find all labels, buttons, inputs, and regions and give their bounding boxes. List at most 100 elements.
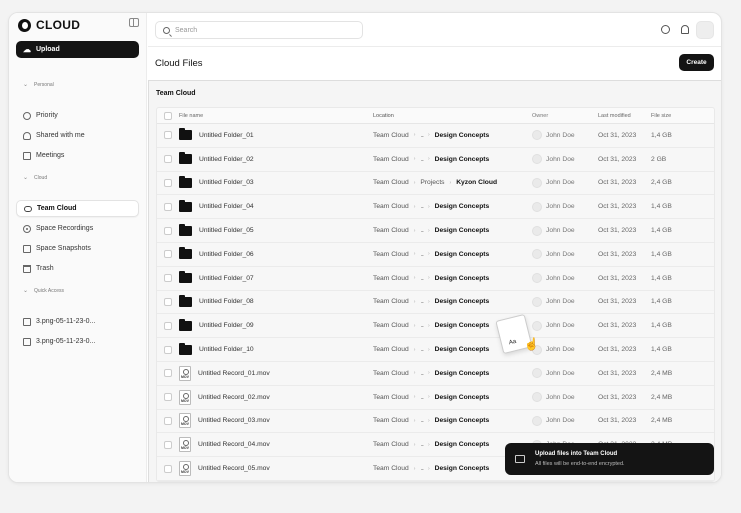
breadcrumb-root[interactable]: Team Cloud (373, 322, 409, 329)
breadcrumb-current[interactable]: Design Concepts (435, 298, 490, 305)
column-header-location[interactable]: Location (373, 113, 532, 119)
row-checkbox[interactable] (164, 226, 172, 235)
breadcrumb-current[interactable]: Design Concepts (435, 132, 490, 139)
breadcrumb-middle[interactable]: ... (420, 203, 423, 210)
breadcrumb-root[interactable]: Team Cloud (373, 417, 409, 424)
file-name[interactable]: Untitled Folder_04 (199, 203, 254, 210)
avatar[interactable] (696, 21, 714, 39)
breadcrumb-middle[interactable]: ... (420, 275, 423, 282)
section-quick-access[interactable]: ⌄ Quick Access (23, 287, 64, 295)
file-name[interactable]: Untitled Folder_02 (199, 156, 254, 163)
breadcrumb-root[interactable]: Team Cloud (373, 227, 409, 234)
file-name[interactable]: Untitled Folder_08 (199, 298, 254, 305)
breadcrumb-root[interactable]: Team Cloud (373, 203, 409, 210)
breadcrumb-current[interactable]: Design Concepts (435, 275, 490, 282)
breadcrumb-root[interactable]: Team Cloud (373, 156, 409, 163)
row-checkbox[interactable] (164, 178, 172, 187)
column-header-size[interactable]: File size (651, 113, 701, 119)
file-name[interactable]: Untitled Folder_07 (199, 275, 254, 282)
table-row[interactable]: Untitled Folder_02 Team Cloud ›... › Design … (157, 147, 714, 172)
breadcrumb-root[interactable]: Team Cloud (373, 441, 409, 448)
file-name[interactable]: Untitled Folder_10 (199, 346, 254, 353)
row-checkbox[interactable] (164, 131, 172, 140)
breadcrumb-root[interactable]: Team Cloud (373, 251, 409, 258)
breadcrumb-middle[interactable]: ... (420, 465, 423, 472)
breadcrumb-root[interactable]: Team Cloud (373, 465, 409, 472)
column-header-modified[interactable]: Last modified (598, 113, 651, 119)
file-name[interactable]: Untitled Record_05.mov (198, 465, 270, 472)
breadcrumb-current[interactable]: Design Concepts (435, 465, 490, 472)
gear-icon[interactable] (661, 25, 670, 34)
row-checkbox[interactable] (164, 274, 172, 283)
breadcrumb-root[interactable]: Team Cloud (373, 179, 409, 186)
sidebar-item-space-snapshots[interactable]: Space Snapshots (16, 240, 139, 257)
table-row[interactable]: Untitled Folder_10 Team Cloud ›... › Design … (157, 338, 714, 362)
breadcrumb-root[interactable]: Team Cloud (373, 346, 409, 353)
file-name[interactable]: Untitled Record_01.mov (198, 370, 270, 377)
sidebar-item-meetings[interactable]: Meetings (16, 147, 139, 164)
breadcrumb-current[interactable]: Design Concepts (435, 346, 490, 353)
table-row[interactable]: MOV Untitled Record_02.mov Team Cloud ›... ›… (157, 385, 714, 410)
breadcrumb-root[interactable]: Team Cloud (373, 394, 409, 401)
file-name[interactable]: Untitled Folder_03 (199, 179, 254, 186)
row-checkbox[interactable] (164, 393, 172, 402)
breadcrumb-middle[interactable]: ... (420, 370, 423, 377)
sidebar-toggle-icon[interactable] (129, 18, 139, 27)
breadcrumb-current[interactable]: Design Concepts (435, 417, 490, 424)
file-name[interactable]: Untitled Record_03.mov (198, 417, 270, 424)
row-checkbox[interactable] (164, 202, 172, 211)
breadcrumb-root[interactable]: Team Cloud (373, 370, 409, 377)
breadcrumb-current[interactable]: Design Concepts (435, 441, 490, 448)
file-name[interactable]: Untitled Folder_09 (199, 322, 254, 329)
table-row[interactable]: Untitled Folder_06 Team Cloud ›... › Design … (157, 242, 714, 267)
breadcrumb-middle[interactable]: ... (420, 394, 423, 401)
table-row[interactable]: MOV Untitled Record_03.mov Team Cloud ›... ›… (157, 409, 714, 434)
breadcrumb-current[interactable]: Design Concepts (435, 394, 490, 401)
breadcrumb-current[interactable]: Design Concepts (435, 251, 490, 258)
breadcrumb-current[interactable]: Design Concepts (435, 227, 490, 234)
row-checkbox[interactable] (164, 416, 172, 425)
breadcrumb-middle[interactable]: ... (420, 156, 423, 163)
table-row[interactable]: Untitled Folder_08 Team Cloud ›... › Design … (157, 290, 714, 315)
row-checkbox[interactable] (164, 321, 172, 330)
section-cloud[interactable]: ⌄ Cloud (23, 174, 47, 182)
file-name[interactable]: Untitled Folder_06 (199, 251, 254, 258)
search-input[interactable]: Search (155, 21, 363, 39)
file-name[interactable]: Untitled Folder_01 (199, 132, 254, 139)
sidebar-item-quick-file[interactable]: 3.png-05-11-23-0... (16, 313, 139, 330)
file-name[interactable]: Untitled Folder_05 (199, 227, 254, 234)
breadcrumb-middle[interactable]: ... (420, 417, 423, 424)
row-checkbox[interactable] (164, 155, 172, 164)
select-all-checkbox[interactable] (164, 111, 172, 120)
table-row[interactable]: Untitled Folder_03 Team Cloud › Projects › Ky… (157, 171, 714, 196)
sidebar-item-shared-with-me[interactable]: Shared with me (16, 127, 139, 144)
file-name[interactable]: Untitled Record_04.mov (198, 441, 270, 448)
breadcrumb-middle[interactable]: ... (420, 346, 423, 353)
row-checkbox[interactable] (164, 369, 172, 378)
breadcrumb-middle[interactable]: ... (420, 227, 423, 234)
breadcrumb-current[interactable]: Kyzon Cloud (456, 179, 497, 186)
breadcrumb-middle[interactable]: ... (420, 441, 423, 448)
table-row[interactable]: Untitled Folder_09 Team Cloud ›... › Design … (157, 314, 714, 339)
breadcrumb-current[interactable]: Design Concepts (435, 370, 490, 377)
table-row[interactable]: Untitled Folder_04 Team Cloud ›... › Design … (157, 195, 714, 220)
breadcrumb-current[interactable]: Design Concepts (435, 203, 490, 210)
sidebar-item-team-cloud[interactable]: Team Cloud (16, 200, 139, 217)
table-row[interactable]: Untitled Folder_07 Team Cloud ›... › Design … (157, 266, 714, 291)
upload-button[interactable]: ☁ Upload (16, 41, 139, 58)
breadcrumb-root[interactable]: Team Cloud (373, 132, 409, 139)
sidebar-item-trash[interactable]: Trash (16, 260, 139, 277)
breadcrumb-middle[interactable]: ... (420, 132, 423, 139)
row-checkbox[interactable] (164, 297, 172, 306)
bell-icon[interactable] (681, 25, 689, 34)
breadcrumb-middle[interactable]: ... (420, 322, 423, 329)
sidebar-item-quick-file[interactable]: 3.png-05-11-23-0... (16, 333, 139, 350)
breadcrumb-root[interactable]: Team Cloud (373, 298, 409, 305)
table-row[interactable]: Untitled Folder_01 Team Cloud ›... › Design … (157, 124, 714, 148)
breadcrumb-root[interactable]: Team Cloud (373, 275, 409, 282)
row-checkbox[interactable] (164, 250, 172, 259)
table-row[interactable]: MOV Untitled Record_01.mov Team Cloud ›... ›… (157, 361, 714, 386)
table-row[interactable]: Untitled Folder_05 Team Cloud ›... › Design … (157, 219, 714, 243)
row-checkbox[interactable] (164, 464, 172, 473)
sidebar-item-space-recordings[interactable]: Space Recordings (16, 220, 139, 237)
